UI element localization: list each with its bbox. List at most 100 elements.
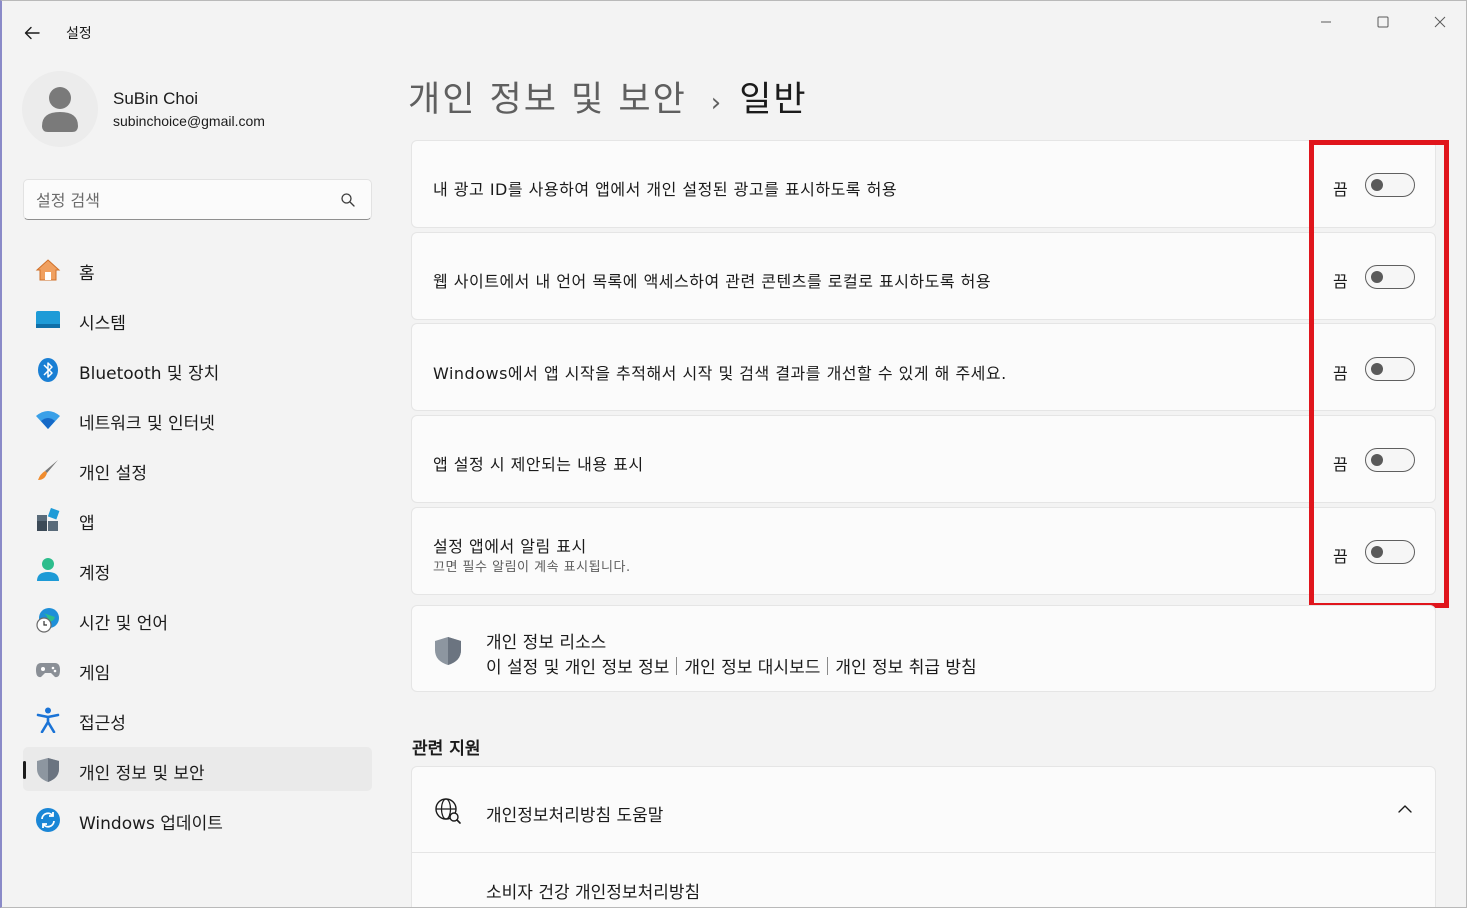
app-launch-tracking-toggle[interactable]: [1365, 357, 1415, 381]
close-button[interactable]: [1420, 9, 1460, 35]
maximize-button[interactable]: [1363, 9, 1403, 35]
resources-title: 개인 정보 리소스: [486, 633, 607, 653]
suggested-content-toggle[interactable]: [1365, 448, 1415, 472]
setting-label: 내 광고 ID를 사용하여 앱에서 개인 설정된 광고를 표시하도록 허용: [433, 180, 898, 199]
sidebar-item-label: Windows 업데이트: [79, 814, 223, 834]
link-divider: [827, 656, 829, 675]
brush-icon: [35, 457, 61, 483]
related-support-heading: 관련 지원: [412, 739, 481, 759]
link-consumer-health-privacy[interactable]: 소비자 건강 개인정보처리방침: [486, 878, 700, 903]
toggle-state-label: 끔: [1333, 455, 1348, 474]
link-privacy-statement[interactable]: 개인 정보 취급 방침: [835, 653, 976, 678]
privacy-help-card: 개인정보처리방침 도움말 소비자 건강 개인정보처리방침: [411, 766, 1436, 907]
setting-card-notifications: 설정 앱에서 알림 표시 끄면 필수 알림이 계속 표시됩니다. 끔: [411, 507, 1436, 595]
user-profile[interactable]: SuBin Choi subinchoice@gmail.com: [22, 71, 382, 151]
setting-label: 웹 사이트에서 내 언어 목록에 액세스하여 관련 콘텐츠를 로컬로 표시하도록…: [433, 272, 992, 291]
toggle-state-label: 끔: [1333, 364, 1348, 383]
breadcrumb-parent[interactable]: 개인 정보 및 보안: [408, 71, 687, 122]
sidebar-item-home[interactable]: 홈: [23, 247, 372, 291]
minimize-icon: [1321, 21, 1331, 23]
advertising-id-toggle[interactable]: [1365, 173, 1415, 197]
breadcrumb: 개인 정보 및 보안 › 일반: [408, 71, 808, 121]
sidebar-item-time-language[interactable]: 시간 및 언어: [23, 597, 372, 641]
bluetooth-icon: [35, 357, 61, 383]
system-icon: [35, 307, 61, 333]
setting-card-app-launch-tracking: Windows에서 앱 시작을 추적해서 시작 및 검색 결과를 개선할 수 있…: [411, 323, 1436, 411]
privacy-help-expander[interactable]: 개인정보처리방침 도움말: [412, 767, 1435, 853]
sidebar-item-windows-update[interactable]: Windows 업데이트: [23, 797, 372, 841]
toggle-knob: [1371, 179, 1383, 191]
page-title: 일반: [739, 80, 808, 120]
setting-card-suggested-content: 앱 설정 시 제안되는 내용 표시 끔: [411, 415, 1436, 503]
sidebar-item-label: 네트워크 및 인터넷: [79, 414, 215, 434]
help-title: 개인정보처리방침 도움말: [486, 806, 664, 826]
profile-name: SuBin Choi: [113, 89, 199, 108]
sidebar-item-accounts[interactable]: 계정: [23, 547, 372, 591]
sidebar-item-label: 앱: [79, 514, 95, 534]
setting-label: 앱 설정 시 제안되는 내용 표시: [433, 455, 644, 474]
apps-icon: [35, 507, 61, 533]
toggle-state-label: 끔: [1333, 547, 1348, 566]
account-icon: [35, 557, 61, 583]
title-bar: 설정: [2, 1, 1466, 61]
sidebar-item-label: 개인 정보 및 보안: [79, 764, 205, 784]
sidebar-item-label: 계정: [79, 564, 111, 584]
language-list-toggle[interactable]: [1365, 265, 1415, 289]
sidebar-item-gaming[interactable]: 게임: [23, 647, 372, 691]
sidebar-item-label: 시스템: [79, 314, 126, 334]
sidebar-item-label: 개인 설정: [79, 464, 147, 484]
globe-search-icon: [435, 798, 461, 824]
sidebar-nav: 홈 시스템 Bluetooth 및 장치 네트워크 및 인터넷 개인 설정 앱 …: [23, 247, 372, 847]
back-button[interactable]: [18, 19, 46, 47]
toggle-knob: [1371, 546, 1383, 558]
setting-card-advertising-id: 내 광고 ID를 사용하여 앱에서 개인 설정된 광고를 표시하도록 허용 끔: [411, 140, 1436, 228]
search-icon[interactable]: [340, 192, 356, 208]
breadcrumb-separator-icon: ›: [710, 88, 722, 118]
resources-links: 이 설정 및 개인 정보 정보 개인 정보 대시보드 개인 정보 취급 방침: [486, 653, 977, 678]
close-icon: [1434, 16, 1446, 28]
notifications-toggle[interactable]: [1365, 540, 1415, 564]
sidebar-item-apps[interactable]: 앱: [23, 497, 372, 541]
link-settings-privacy-info[interactable]: 이 설정 및 개인 정보 정보: [486, 653, 669, 678]
toggle-state-label: 끔: [1333, 180, 1348, 199]
sidebar-item-bluetooth[interactable]: Bluetooth 및 장치: [23, 347, 372, 391]
link-privacy-dashboard[interactable]: 개인 정보 대시보드: [684, 653, 820, 678]
sidebar-item-label: 시간 및 언어: [79, 614, 169, 634]
profile-email: subinchoice@gmail.com: [113, 113, 265, 129]
setting-label: 설정 앱에서 알림 표시: [433, 537, 587, 556]
arrow-left-icon: [24, 26, 40, 40]
toggle-knob: [1371, 363, 1383, 375]
maximize-icon: [1377, 16, 1389, 28]
privacy-resources-card: 개인 정보 리소스 이 설정 및 개인 정보 정보 개인 정보 대시보드 개인 …: [411, 605, 1436, 692]
shield-icon: [435, 637, 461, 665]
wifi-icon: [35, 407, 61, 433]
search-input[interactable]: [36, 188, 336, 212]
shield-icon: [35, 757, 61, 783]
sidebar-item-network[interactable]: 네트워크 및 인터넷: [23, 397, 372, 441]
avatar: [22, 71, 98, 147]
person-icon: [42, 87, 78, 132]
chevron-up-icon: [1398, 805, 1412, 813]
setting-label: Windows에서 앱 시작을 추적해서 시작 및 검색 결과를 개선할 수 있…: [433, 364, 1007, 383]
search-box: [23, 179, 372, 220]
minimize-button[interactable]: [1306, 9, 1346, 35]
sidebar-item-label: 게임: [79, 664, 111, 684]
toggle-knob: [1371, 271, 1383, 283]
setting-description: 끄면 필수 알림이 계속 표시됩니다.: [433, 560, 631, 575]
sidebar-item-accessibility[interactable]: 접근성: [23, 697, 372, 741]
sidebar-item-privacy-security[interactable]: 개인 정보 및 보안: [23, 747, 372, 791]
update-icon: [35, 807, 61, 833]
sidebar-item-label: 홈: [79, 264, 95, 284]
toggle-state-label: 끔: [1333, 272, 1348, 291]
home-icon: [35, 257, 61, 283]
accessibility-icon: [35, 707, 61, 733]
settings-window: 설정 SuBin Choi subinchoice@gmail.com 설정 검…: [0, 0, 1467, 908]
selection-indicator: [23, 761, 26, 779]
gamepad-icon: [35, 657, 61, 683]
setting-card-language-list: 웹 사이트에서 내 언어 목록에 액세스하여 관련 콘텐츠를 로컬로 표시하도록…: [411, 232, 1436, 320]
sidebar-item-system[interactable]: 시스템: [23, 297, 372, 341]
link-divider: [676, 656, 678, 675]
sidebar-item-personalization[interactable]: 개인 설정: [23, 447, 372, 491]
app-title: 설정: [66, 26, 92, 42]
sidebar-item-label: Bluetooth 및 장치: [79, 364, 220, 384]
